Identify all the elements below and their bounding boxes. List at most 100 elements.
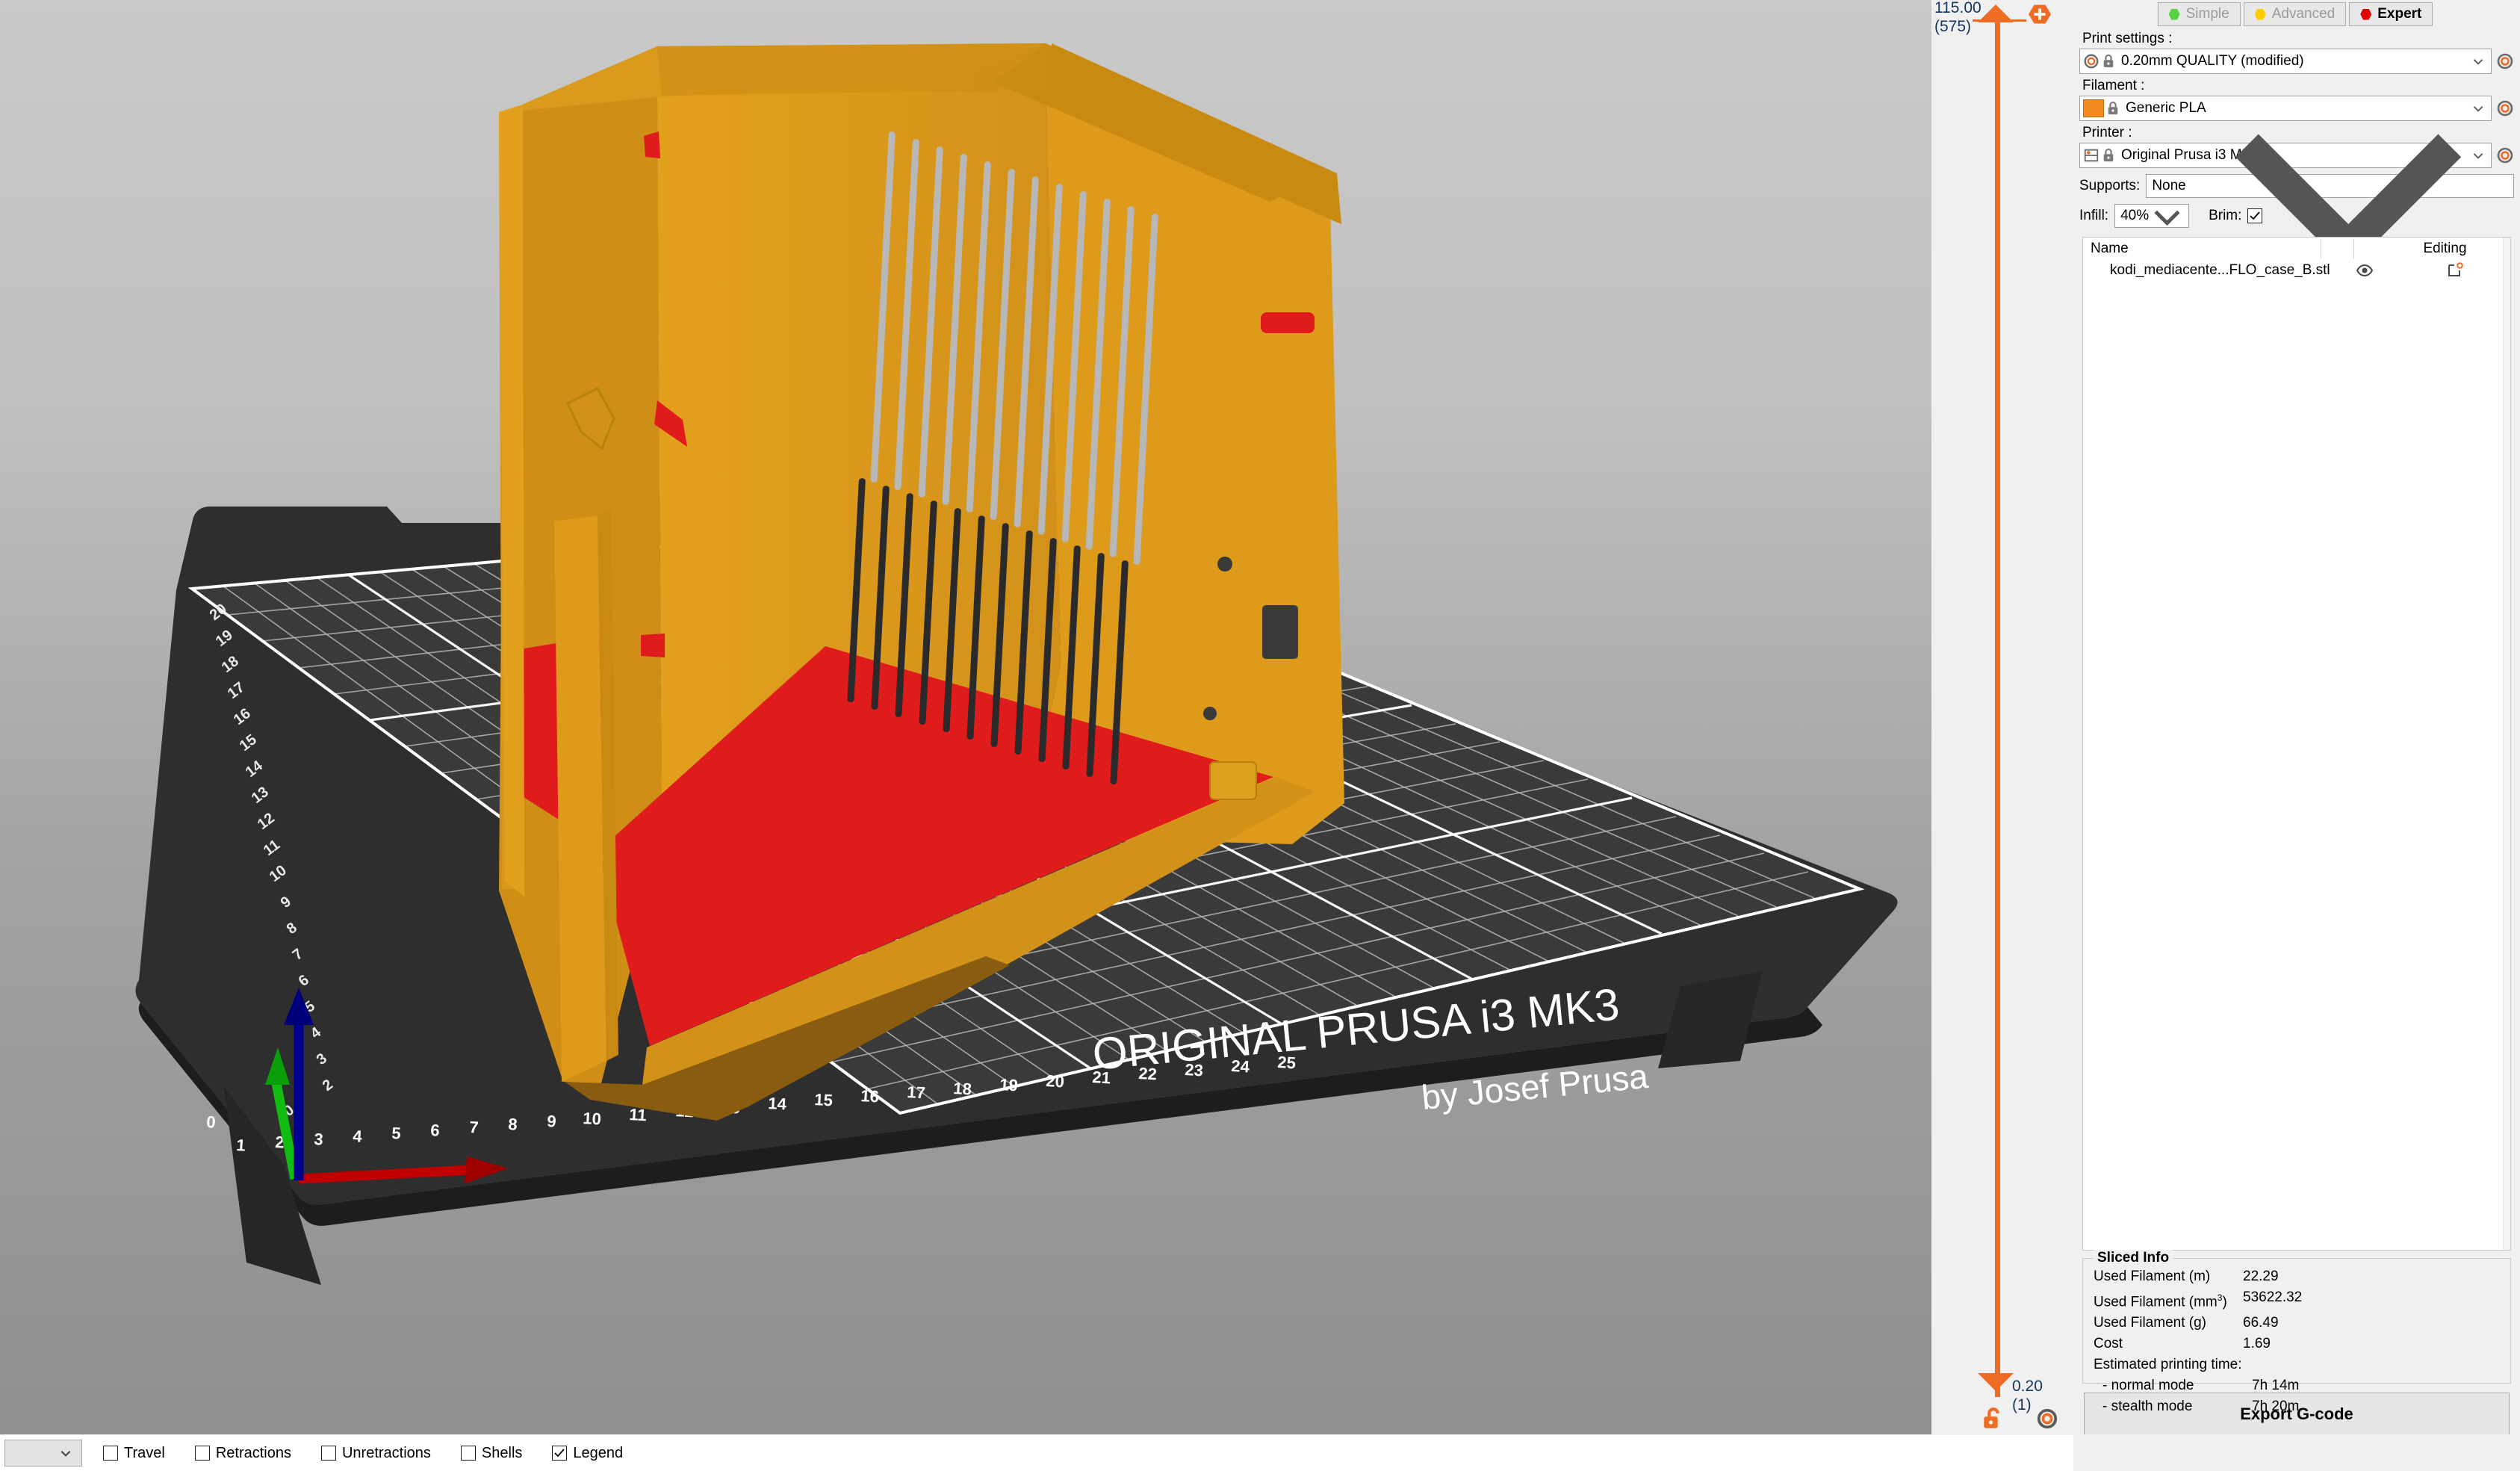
legend-label: Legend — [573, 1444, 624, 1461]
retractions-label: Retractions — [215, 1444, 291, 1461]
prusaslicer-window: 0 1 2 3 4 5 6 7 8 9 10 11 12 13 14 15 16… — [0, 0, 2520, 1471]
filament-color-swatch — [2083, 99, 2104, 117]
bottom-toolbar: Travel Retractions Unretractions Shells — [0, 1434, 2073, 1471]
estimated-time-label: Estimated printing time: — [2094, 1357, 2242, 1373]
travel-label: Travel — [124, 1444, 165, 1461]
sliced-model[interactable] — [0, 0, 1931, 1434]
object-visibility-cell[interactable] — [2330, 261, 2400, 279]
mode-button-expert[interactable]: Expert — [2349, 2, 2433, 26]
layer-slider-upper-thumb[interactable] — [1978, 4, 2014, 22]
shells-label: Shells — [481, 1444, 523, 1461]
infill-value: 40% — [2120, 208, 2150, 223]
mode-button-advanced[interactable]: Advanced — [2243, 2, 2347, 26]
object-editing-cell[interactable] — [2400, 261, 2510, 279]
mode-selector: Simple Advanced Expert — [2073, 0, 2520, 27]
printer-icon — [2084, 149, 2099, 162]
sliced-info-key: - stealth mode — [2102, 1399, 2193, 1415]
chevron-down-icon[interactable] — [2149, 198, 2185, 235]
right-sidebar: Simple Advanced Expert Print settings : — [2073, 0, 2520, 1436]
edit-object-icon[interactable] — [2446, 261, 2464, 279]
sliced-info-row-filament-m: Used Filament (m) 22.29 — [2083, 1266, 2510, 1287]
mode-button-simple-label: Simple — [2185, 6, 2229, 22]
sliced-info-key: Used Filament (mm3) — [2094, 1292, 2227, 1310]
view-type-select[interactable] — [4, 1440, 82, 1467]
travel-checkbox[interactable] — [103, 1446, 118, 1461]
infill-label: Infill: — [2079, 208, 2109, 223]
table-row[interactable]: kodi_mediacente...FLO_case_B.stl — [2083, 260, 2510, 281]
legend-toggle-group: Travel Retractions Unretractions Shells — [103, 1445, 623, 1462]
sliced-info-value: 7h 14m — [2252, 1378, 2300, 1394]
gear-icon[interactable] — [2036, 1407, 2058, 1430]
sliced-info-row-time-label: Estimated printing time: — [2083, 1354, 2510, 1375]
locked-padlock-icon — [2108, 101, 2118, 115]
bottom-toolbar-right-filler — [2073, 1434, 2520, 1471]
layer-slider-upper-index: (575) — [1934, 18, 1972, 35]
layer-slider-lower-thumb[interactable] — [1978, 1373, 2014, 1391]
layer-slider-upper-height: 115.00 — [1934, 0, 1981, 16]
object-list-scrollbar[interactable] — [2503, 238, 2510, 1250]
object-list-column-divider-2 — [2353, 239, 2354, 258]
object-list-header: Name Editing — [2083, 238, 2510, 260]
legend-toggle-shells[interactable]: Shells — [460, 1444, 523, 1462]
sliced-info-key: Used Filament (g) — [2094, 1315, 2206, 1331]
unretractions-label: Unretractions — [341, 1444, 431, 1461]
layer-slider[interactable]: 115.00 (575) 0.20 (1) — [1931, 0, 2073, 1434]
mode-button-advanced-label: Advanced — [2271, 6, 2336, 22]
object-name: kodi_mediacente...FLO_case_B.stl — [2110, 262, 2330, 278]
sliced-info-row-filament-mm3: Used Filament (mm3) 53622.32 — [2083, 1287, 2510, 1313]
legend-checkbox[interactable] — [552, 1446, 568, 1461]
brim-label: Brim: — [2209, 208, 2242, 223]
sliced-info-row-stealth-mode: - stealth mode 7h 20m — [2083, 1396, 2510, 1417]
supports-value: None — [2152, 178, 2186, 193]
sliced-info-value: 22.29 — [2243, 1269, 2279, 1284]
sliced-info-row-normal-mode: - normal mode 7h 14m — [2083, 1375, 2510, 1396]
sliced-info-title: Sliced Info — [2094, 1250, 2173, 1266]
gear-icon — [2084, 54, 2099, 69]
supports-row: Supports: None — [2079, 134, 2514, 270]
object-list[interactable]: Name Editing kodi_mediacente...FLO_case_… — [2082, 237, 2511, 1251]
cubic-superscript: 3 — [2217, 1292, 2223, 1303]
sidebar-body: Print settings : 0.20mm QUALITY (modifie… — [2073, 31, 2520, 1436]
3d-viewport[interactable]: 0 1 2 3 4 5 6 7 8 9 10 11 12 13 14 15 16… — [0, 0, 1931, 1434]
supports-label: Supports: — [2079, 178, 2141, 193]
advanced-mode-dot-icon — [2254, 8, 2266, 20]
add-color-change-icon[interactable] — [2029, 3, 2051, 25]
sliced-info-value: 66.49 — [2243, 1315, 2279, 1331]
sliced-info-row-filament-g: Used Filament (g) 66.49 — [2083, 1313, 2510, 1334]
locked-padlock-icon — [2103, 148, 2114, 162]
sliced-info-panel: Sliced Info Used Filament (m) 22.29 Used… — [2082, 1250, 2511, 1414]
mode-button-simple[interactable]: Simple — [2157, 2, 2241, 26]
sliced-info-value: 53622.32 — [2243, 1289, 2303, 1305]
model-left-strut — [554, 515, 606, 1082]
infill-select[interactable]: 40% — [2114, 204, 2190, 228]
check-icon — [2250, 211, 2261, 220]
eye-icon[interactable] — [2356, 261, 2374, 279]
sliced-info-value: 1.69 — [2243, 1336, 2271, 1352]
mode-button-expert-label: Expert — [2377, 6, 2422, 22]
legend-toggle-travel[interactable]: Travel — [103, 1445, 165, 1462]
model-top-facet-c — [657, 43, 1046, 96]
brim-checkbox[interactable] — [2247, 208, 2263, 223]
simple-mode-dot-icon — [2168, 8, 2180, 20]
unretractions-checkbox[interactable] — [320, 1446, 336, 1461]
sliced-info-key: Used Filament (m) — [2094, 1269, 2211, 1284]
sliced-info-key: - normal mode — [2102, 1378, 2194, 1394]
layer-slider-track[interactable] — [1995, 18, 2000, 1397]
object-list-header-name: Name — [2091, 241, 2129, 256]
chevron-down-icon[interactable] — [59, 1446, 72, 1460]
layer-slider-lower-height: 0.20 — [2012, 1378, 2043, 1395]
shells-checkbox[interactable] — [460, 1446, 476, 1461]
legend-toggle-legend[interactable]: Legend — [552, 1445, 623, 1462]
supports-select[interactable]: None — [2146, 134, 2514, 270]
sliced-info-row-cost: Cost 1.69 — [2083, 1334, 2510, 1354]
sliced-info-key: Cost — [2094, 1336, 2123, 1352]
sliced-info-value: 7h 20m — [2252, 1399, 2300, 1415]
legend-toggle-unretractions[interactable]: Unretractions — [320, 1444, 431, 1462]
locked-padlock-icon — [2103, 54, 2114, 68]
check-icon — [554, 1449, 565, 1458]
legend-toggle-retractions[interactable]: Retractions — [194, 1444, 291, 1462]
retractions-checkbox[interactable] — [194, 1446, 210, 1461]
unlocked-padlock-icon[interactable] — [1981, 1406, 2006, 1431]
expert-mode-dot-icon — [2360, 8, 2372, 20]
object-list-header-editing: Editing — [2423, 241, 2467, 256]
